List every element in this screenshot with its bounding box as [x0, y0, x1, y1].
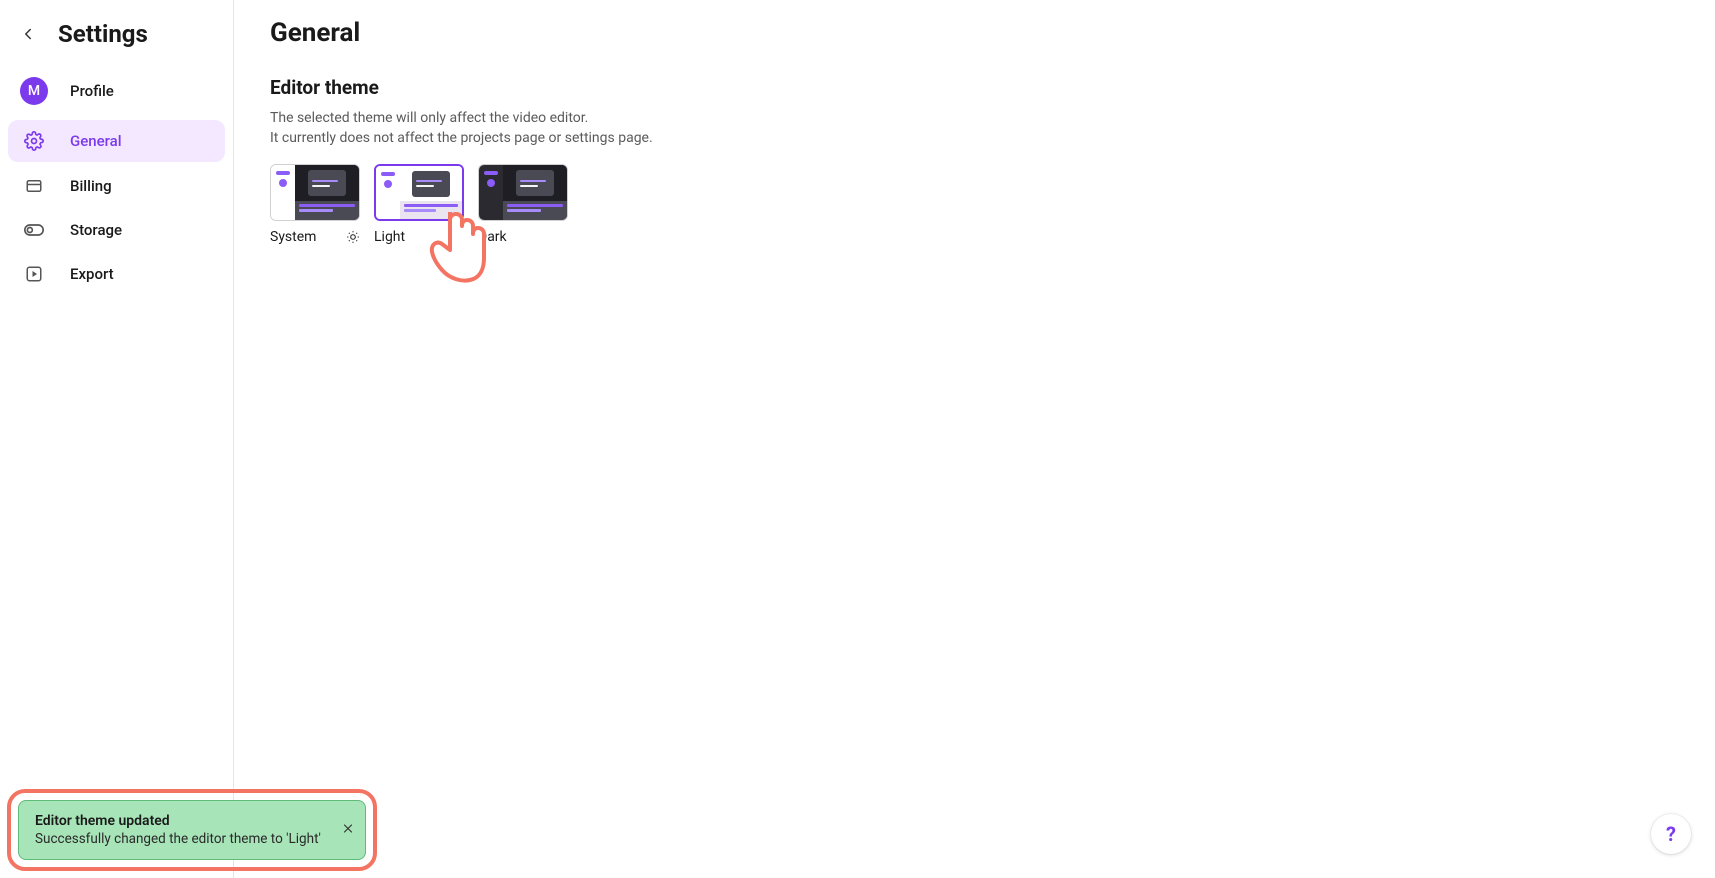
theme-option-dark[interactable]: Dark	[478, 164, 568, 245]
sidebar-item-storage[interactable]: Storage	[8, 210, 225, 250]
sidebar-item-billing[interactable]: Billing	[8, 166, 225, 206]
sidebar-item-label: Profile	[70, 82, 114, 100]
toast-close-button[interactable]	[341, 821, 355, 840]
sidebar-item-label: Storage	[70, 221, 122, 239]
section-title: Editor theme	[270, 76, 1715, 99]
theme-label: Light	[374, 229, 405, 245]
toggle-icon	[20, 224, 48, 236]
theme-option-light[interactable]: Light	[374, 164, 464, 245]
sidebar-item-label: Billing	[70, 177, 112, 195]
sidebar-item-general[interactable]: General	[8, 120, 225, 162]
sidebar-item-profile[interactable]: M Profile	[8, 66, 225, 116]
sidebar-item-label: General	[70, 132, 122, 150]
page-title: General	[270, 18, 1715, 48]
close-icon	[341, 822, 355, 836]
main-content: General Editor theme The selected theme …	[270, 18, 1715, 245]
play-square-icon	[20, 265, 48, 283]
theme-thumbnail-system	[270, 164, 360, 221]
toast-highlight: Editor theme updated Successfully change…	[7, 789, 377, 871]
toast-title: Editor theme updated	[35, 813, 321, 829]
help-button[interactable]: ?	[1651, 814, 1691, 854]
help-icon: ?	[1666, 822, 1676, 846]
theme-label: System	[270, 229, 316, 245]
theme-thumbnail-dark	[478, 164, 568, 221]
theme-options: System Light	[270, 164, 1715, 245]
back-button[interactable]	[16, 22, 40, 46]
chevron-left-icon	[19, 25, 37, 43]
sidebar-title: Settings	[58, 20, 148, 48]
sidebar-item-export[interactable]: Export	[8, 254, 225, 294]
theme-label: Dark	[478, 229, 507, 245]
sidebar-item-label: Export	[70, 265, 114, 283]
sun-icon	[346, 230, 360, 244]
sidebar: Settings M Profile General Billing Stora…	[0, 0, 234, 878]
toast-notification: Editor theme updated Successfully change…	[18, 800, 366, 860]
sidebar-header: Settings	[8, 0, 225, 66]
theme-thumbnail-light	[374, 164, 464, 221]
gear-icon	[20, 131, 48, 151]
avatar: M	[20, 77, 48, 105]
card-icon	[20, 177, 48, 195]
theme-option-system[interactable]: System	[270, 164, 360, 245]
section-description: The selected theme will only affect the …	[270, 109, 1715, 148]
toast-message: Successfully changed the editor theme to…	[35, 831, 321, 847]
